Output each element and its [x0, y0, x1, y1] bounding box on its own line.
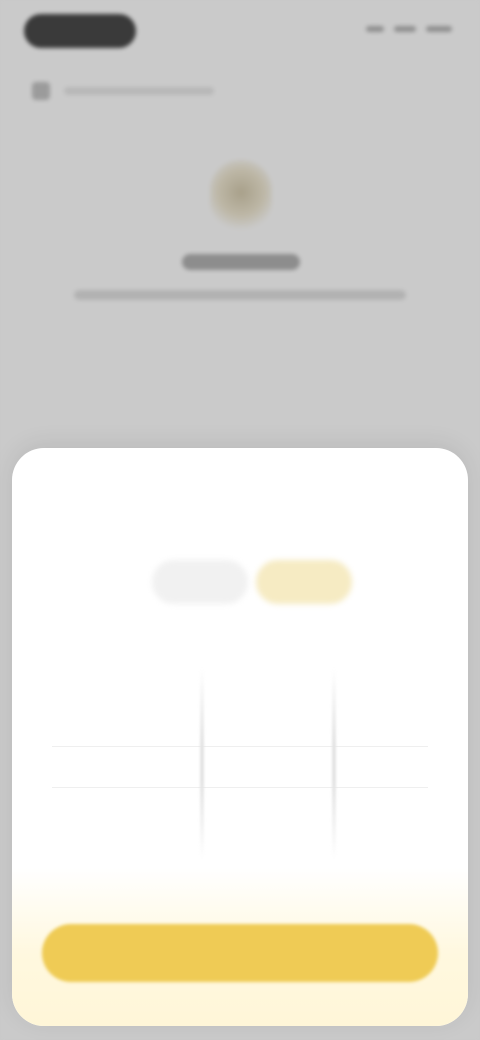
segment-option-2[interactable] — [256, 560, 352, 604]
picker-column-2-track — [332, 668, 336, 858]
picker-column-1[interactable] — [162, 648, 242, 878]
confirm-button[interactable] — [42, 924, 438, 982]
status-bar-indicators — [366, 26, 452, 32]
background-title — [182, 254, 300, 270]
status-bar-time — [24, 14, 136, 48]
background-header-text — [64, 87, 214, 95]
bottom-sheet — [12, 448, 468, 1026]
badge-icon — [210, 160, 272, 232]
background-header — [32, 78, 440, 104]
value-picker[interactable] — [32, 648, 448, 878]
screen — [0, 0, 480, 1040]
picker-column-1-track — [200, 668, 204, 858]
picker-column-2[interactable] — [294, 648, 374, 878]
back-arrow-icon[interactable] — [32, 82, 50, 100]
segment-option-1[interactable] — [152, 560, 248, 604]
background-subtitle — [74, 290, 406, 300]
segmented-control — [152, 560, 352, 604]
